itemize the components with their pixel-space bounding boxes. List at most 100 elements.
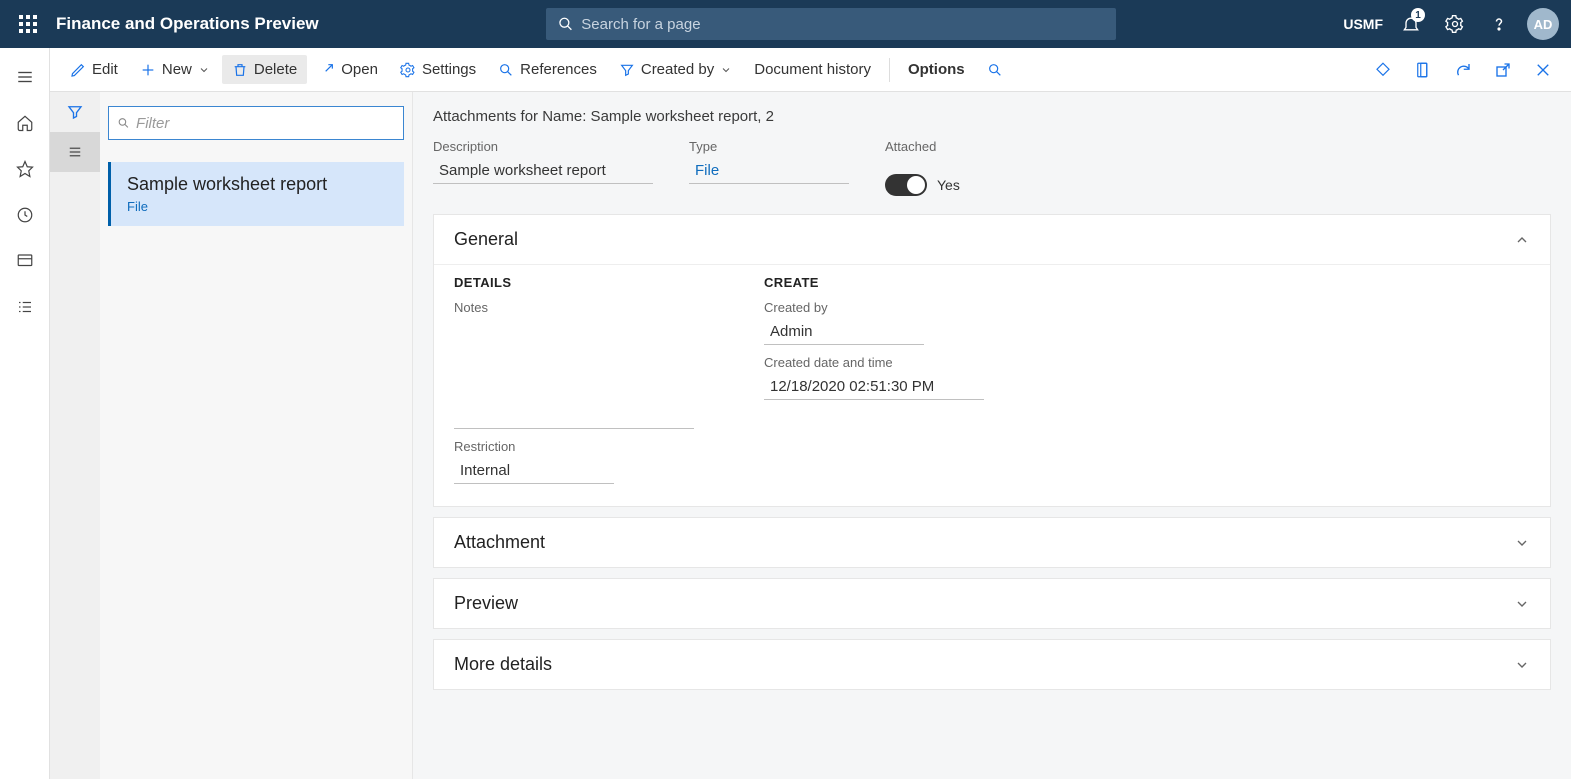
close-button[interactable] [1525,52,1561,88]
attached-toggle[interactable] [885,174,927,196]
global-search[interactable] [546,8,1116,40]
popout-icon [1494,61,1512,79]
notes-label: Notes [454,300,694,315]
doc-history-label: Document history [754,61,871,78]
options-label: Options [908,61,965,78]
star-icon [16,160,34,178]
nav-modules[interactable] [0,284,50,330]
popout-button[interactable] [1485,52,1521,88]
fasttab-attachment-title: Attachment [454,532,545,553]
paperclip-icon [1374,61,1392,79]
new-label: New [162,61,192,78]
top-right-group: USMF 1 AD [1343,0,1563,48]
modules-icon [16,298,34,316]
list-icon [66,143,84,161]
help-button[interactable] [1479,0,1519,48]
nav-favorites[interactable] [0,146,50,192]
find-button[interactable] [977,56,1013,84]
search-icon [987,62,1003,78]
app-launcher[interactable] [8,15,48,33]
created-by-value[interactable]: Admin [764,319,924,345]
document-icon [1414,61,1432,79]
nav-hamburger[interactable] [0,54,50,100]
fasttab-preview-header[interactable]: Preview [434,579,1550,628]
attach-icon-button[interactable] [1365,52,1401,88]
fasttab-general-header[interactable]: General [434,215,1550,264]
company-picker[interactable]: USMF [1343,16,1383,32]
settings-button[interactable] [1435,0,1475,48]
document-history-button[interactable]: Document history [744,55,881,84]
ribbon-filter-toggle[interactable] [50,92,100,132]
created-dt-value[interactable]: 12/18/2020 02:51:30 PM [764,374,984,400]
action-divider [889,58,890,82]
created-by-filter-button[interactable]: Created by [609,55,742,84]
nav-workspaces[interactable] [0,238,50,284]
nav-home[interactable] [0,100,50,146]
fasttab-preview: Preview [433,578,1551,629]
delete-button[interactable]: Delete [222,55,307,84]
created-by-label: Created by [641,61,714,78]
search-icon [498,62,514,78]
open-label: Open [341,61,378,78]
created-by-field: Created by Admin [764,300,984,345]
fasttab-preview-title: Preview [454,593,518,614]
type-field: Type File [689,139,849,196]
create-column: CREATE Created by Admin Created date and… [764,275,984,484]
fasttab-more-title: More details [454,654,552,675]
details-panel: Attachments for Name: Sample worksheet r… [413,92,1571,779]
office-icon-button[interactable] [1405,52,1441,88]
refresh-button[interactable] [1445,52,1481,88]
notifications-button[interactable]: 1 [1391,0,1431,48]
type-value[interactable]: File [689,158,849,184]
list-filter-input[interactable] [136,115,395,132]
waffle-icon [19,15,37,33]
fasttab-more-details-header[interactable]: More details [434,640,1550,689]
new-button[interactable]: New [130,55,220,84]
app-title: Finance and Operations Preview [56,14,319,34]
restriction-label: Restriction [454,439,694,454]
list-item-subtitle: File [127,199,388,214]
description-label: Description [433,139,653,154]
chevron-down-icon [1514,535,1530,551]
arrow-open-icon [319,62,335,78]
page-title: Attachments for Name: Sample worksheet r… [433,108,1551,125]
fasttab-more-details: More details [433,639,1551,690]
workspace-icon [16,252,34,270]
edit-button[interactable]: Edit [60,55,128,84]
hamburger-icon [16,68,34,86]
clock-icon [16,206,34,224]
restriction-value[interactable]: Internal [454,458,614,484]
list-filter[interactable] [108,106,404,140]
references-button[interactable]: References [488,55,607,84]
references-label: References [520,61,597,78]
chevron-down-icon [198,64,210,76]
settings-action-button[interactable]: Settings [390,55,486,84]
edit-label: Edit [92,61,118,78]
list-item-title: Sample worksheet report [127,174,388,195]
action-bar: Edit New Delete Op [50,48,1571,92]
fasttab-general: General DETAILS Notes [433,214,1551,507]
ribbon-list-toggle[interactable] [50,132,100,172]
fasttab-attachment-header[interactable]: Attachment [434,518,1550,567]
toggle-knob [907,176,925,194]
user-avatar[interactable]: AD [1523,0,1563,48]
attached-field: Attached Yes [885,139,960,196]
restriction-field: Restriction Internal [454,439,694,484]
nav-recent[interactable] [0,192,50,238]
options-button[interactable]: Options [898,55,975,84]
list-item[interactable]: Sample worksheet report File [108,162,404,226]
funnel-icon [619,62,635,78]
notes-value[interactable] [454,319,694,429]
chevron-up-icon [1514,232,1530,248]
description-value[interactable]: Sample worksheet report [433,158,653,184]
gear-icon [400,62,416,78]
chevron-down-icon [1514,657,1530,673]
attached-state: Yes [937,177,960,193]
open-button[interactable]: Open [309,55,388,84]
search-icon [117,116,130,130]
side-ribbon [50,92,100,779]
delete-label: Delete [254,61,297,78]
settings-label: Settings [422,61,476,78]
created-by-label: Created by [764,300,984,315]
global-search-input[interactable] [581,16,1104,33]
